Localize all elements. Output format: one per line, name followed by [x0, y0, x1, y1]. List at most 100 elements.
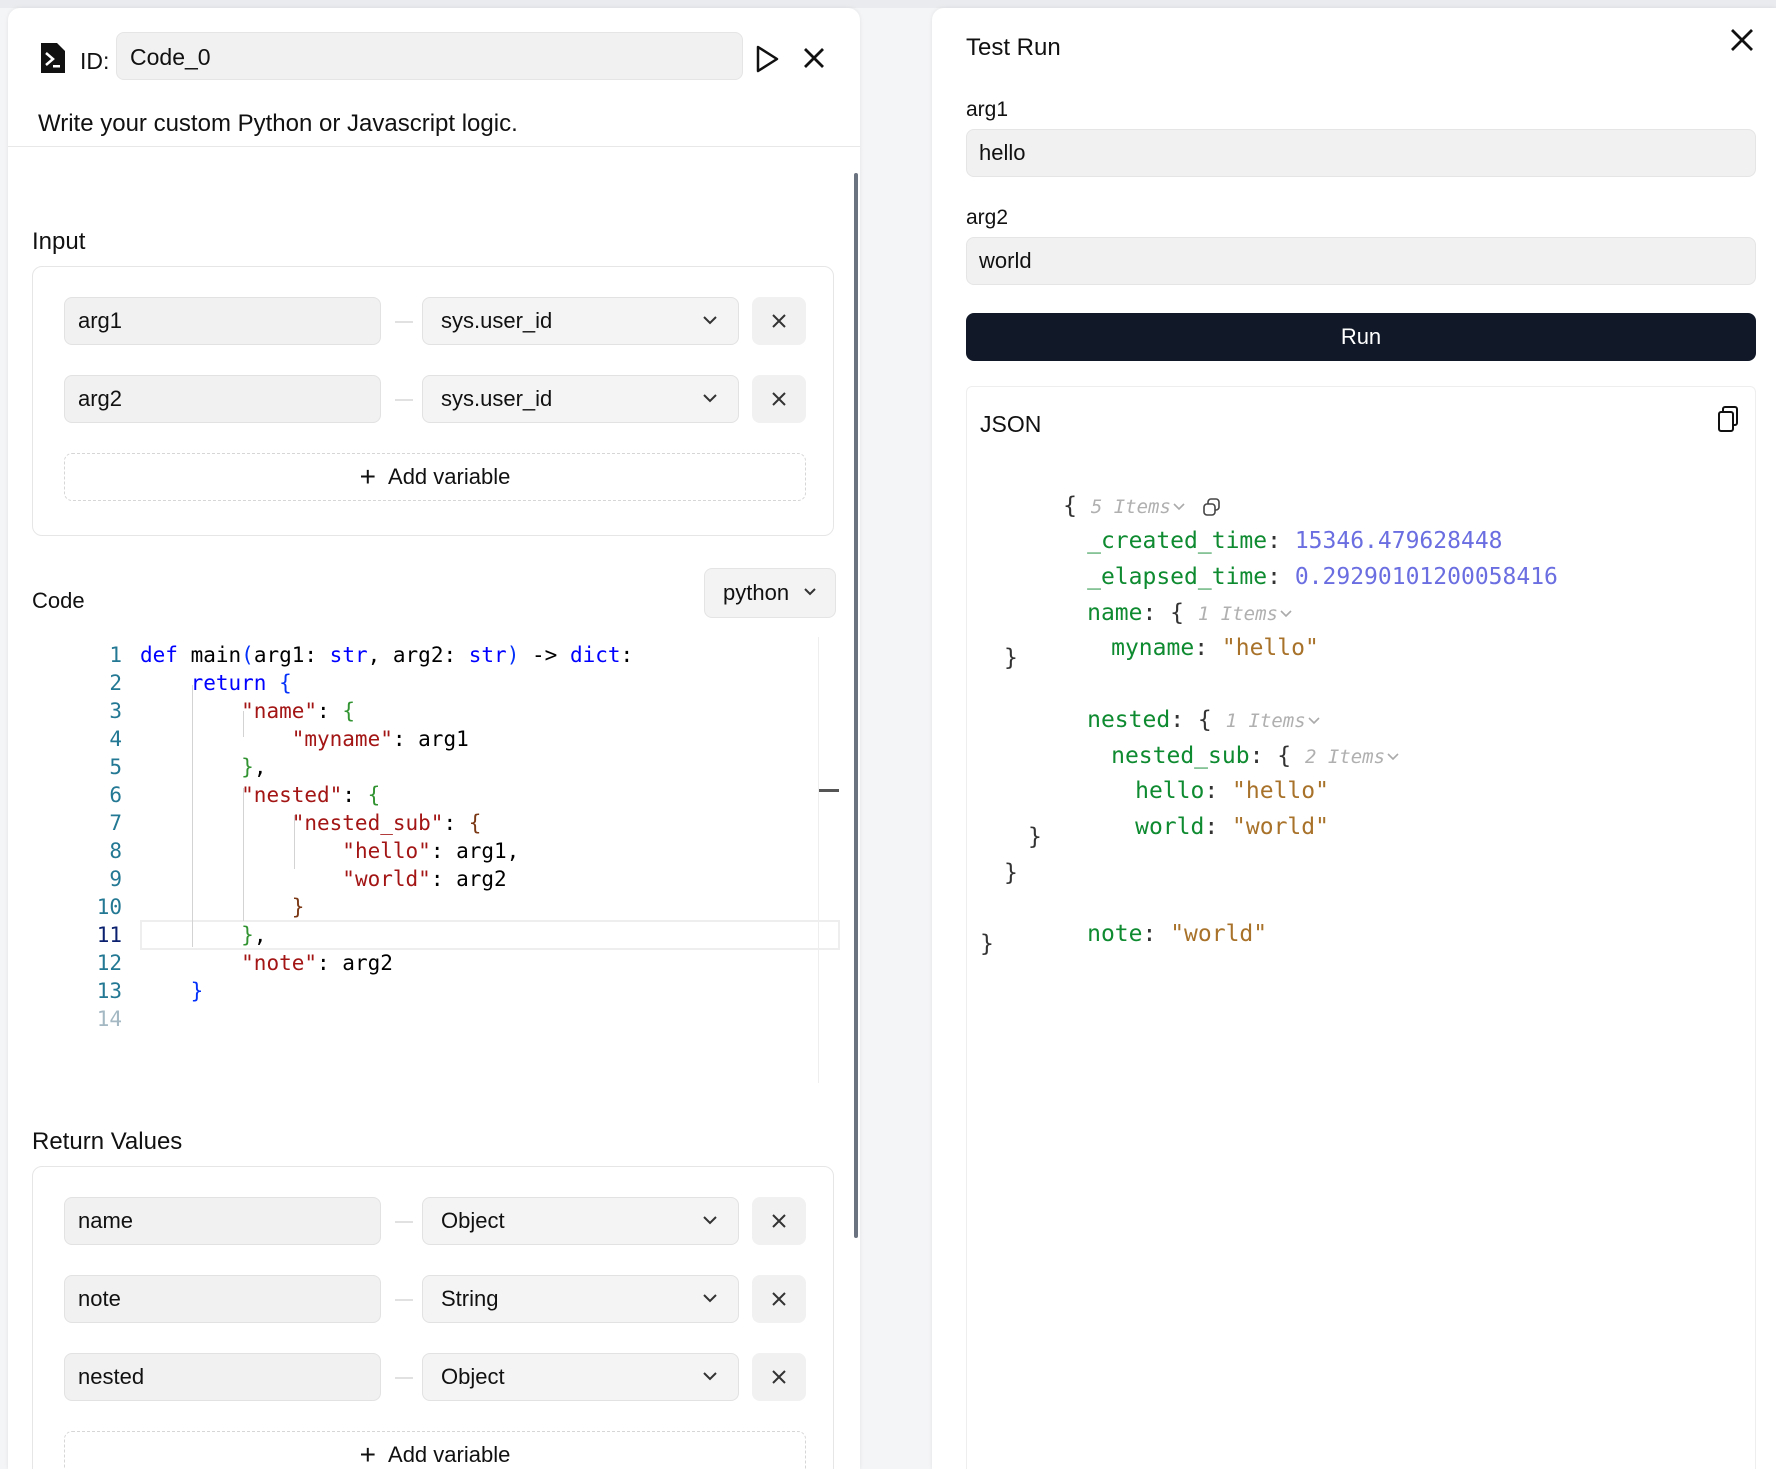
return-var-type-select[interactable]: String: [422, 1275, 739, 1323]
code-line: def main(arg1: str, arg2: str) -> dict:: [140, 643, 634, 667]
line-number: 2: [109, 671, 122, 695]
panel-header: ID: Code_0 Write your custom Python or J…: [8, 8, 860, 147]
select-value: sys.user_id: [441, 386, 553, 411]
input-var-type-select[interactable]: sys.user_id: [422, 375, 739, 423]
line-number: 13: [96, 979, 122, 1003]
select-value: sys.user_id: [441, 308, 553, 333]
separator: [395, 1221, 413, 1223]
code-line: "myname": arg1: [291, 727, 469, 751]
separator: [395, 399, 413, 401]
line-number: 8: [109, 839, 122, 863]
canvas-top-strip: [0, 0, 1776, 8]
return-var-type-select[interactable]: Object: [422, 1353, 739, 1401]
delete-variable-button[interactable]: [752, 297, 806, 345]
arg2-input[interactable]: world: [966, 237, 1756, 285]
input-section-title: Input: [32, 228, 86, 255]
code-line: },: [241, 923, 267, 947]
x-icon: [772, 1370, 786, 1384]
chevron-down-icon: [703, 1372, 717, 1381]
test-run-panel: Test Run arg1 hello arg2 world Run JSON …: [932, 8, 1776, 1469]
add-input-variable-button[interactable]: + Add variable: [64, 453, 806, 501]
code-section-title: Code: [32, 588, 85, 613]
separator: [395, 1377, 413, 1379]
x-icon: [772, 1292, 786, 1306]
copy-icon[interactable]: [1717, 405, 1739, 433]
code-node-panel: ID: Code_0 Write your custom Python or J…: [8, 8, 860, 1469]
code-editor[interactable]: 1 2 3 4 5 6 7 8 9 10 11 12 13 14 def mai…: [32, 633, 840, 1093]
json-root-close: }: [980, 931, 994, 957]
delete-variable-button[interactable]: [752, 375, 806, 423]
code-line: "world": arg2: [342, 867, 507, 891]
json-value: "world": [1170, 921, 1268, 947]
code-line: "hello": arg1,: [342, 839, 520, 863]
return-var-name-field[interactable]: nested: [64, 1353, 381, 1401]
line-number: 10: [96, 895, 122, 919]
x-icon: [772, 1214, 786, 1228]
delete-variable-button[interactable]: [752, 1197, 806, 1245]
line-number: 1: [109, 643, 122, 667]
arg1-label: arg1: [966, 98, 1009, 121]
chevron-down-icon: [703, 1216, 717, 1225]
line-number: 9: [109, 867, 122, 891]
select-value: Object: [441, 1208, 505, 1233]
arg1-input[interactable]: hello: [966, 129, 1756, 177]
code-line: }: [190, 979, 204, 1003]
json-key: note: [1087, 921, 1143, 947]
add-return-variable-button[interactable]: + Add variable: [64, 1431, 806, 1469]
json-key: world: [1135, 814, 1205, 840]
json-entry: myname: "hello": [1111, 635, 1319, 661]
chevron-down-icon: [703, 394, 717, 403]
return-values-title: Return Values: [32, 1128, 183, 1155]
panel-scrollbar[interactable]: [854, 173, 858, 1238]
separator: [395, 1299, 413, 1301]
editor-scrollbar[interactable]: [818, 637, 819, 1083]
return-var-name-field[interactable]: name: [64, 1197, 381, 1245]
chevron-down-icon: [703, 1294, 717, 1303]
return-var-type-select[interactable]: Object: [422, 1197, 739, 1245]
chevron-down-icon: [703, 316, 717, 325]
line-number: 3: [109, 699, 122, 723]
close-icon[interactable]: [800, 44, 828, 72]
select-value: Object: [441, 1364, 505, 1389]
code-line: "nested": {: [241, 783, 381, 807]
close-icon[interactable]: [1728, 26, 1756, 54]
node-description: Write your custom Python or Javascript l…: [38, 110, 518, 137]
id-label: ID:: [80, 48, 110, 74]
chevron-down-icon[interactable]: [1385, 751, 1401, 763]
json-value: "world": [1232, 814, 1329, 840]
line-number: 5: [109, 755, 122, 779]
add-variable-label: Add variable: [388, 1442, 511, 1467]
plus-icon: +: [359, 461, 377, 492]
delete-variable-button[interactable]: [752, 1353, 806, 1401]
line-number: 7: [109, 811, 122, 835]
x-icon: [772, 314, 786, 328]
input-variables-box: arg1 sys.user_id arg2 sys.user_id + Add …: [32, 266, 834, 536]
add-variable-label: Add variable: [388, 464, 511, 489]
json-label: JSON: [980, 411, 1042, 437]
code-line: },: [241, 755, 267, 779]
input-var-name-field[interactable]: arg1: [64, 297, 381, 345]
input-var-name-field[interactable]: arg2: [64, 375, 381, 423]
code-line: "nested_sub": {: [291, 811, 482, 835]
return-var-name-field[interactable]: note: [64, 1275, 381, 1323]
play-icon[interactable]: [753, 44, 781, 74]
json-value: "hello": [1221, 635, 1319, 661]
json-close-brace: }: [1004, 860, 1018, 886]
code-line: }: [291, 895, 305, 919]
x-icon: [772, 392, 786, 406]
code-line: "name": {: [241, 699, 355, 723]
arg2-label: arg2: [966, 206, 1009, 229]
node-id-input[interactable]: Code_0: [116, 32, 743, 80]
separator: [395, 321, 413, 323]
line-number: 12: [96, 951, 122, 975]
delete-variable-button[interactable]: [752, 1275, 806, 1323]
line-number: 4: [109, 727, 122, 751]
run-button[interactable]: Run: [966, 313, 1756, 361]
language-select[interactable]: python: [704, 568, 836, 618]
input-var-type-select[interactable]: sys.user_id: [422, 297, 739, 345]
plus-icon: +: [359, 1439, 377, 1469]
code-line: "note": arg2: [241, 951, 393, 975]
line-number-active: 11: [96, 923, 122, 947]
code-terminal-icon: [41, 43, 65, 73]
json-entry: note: "world": [1087, 921, 1268, 947]
